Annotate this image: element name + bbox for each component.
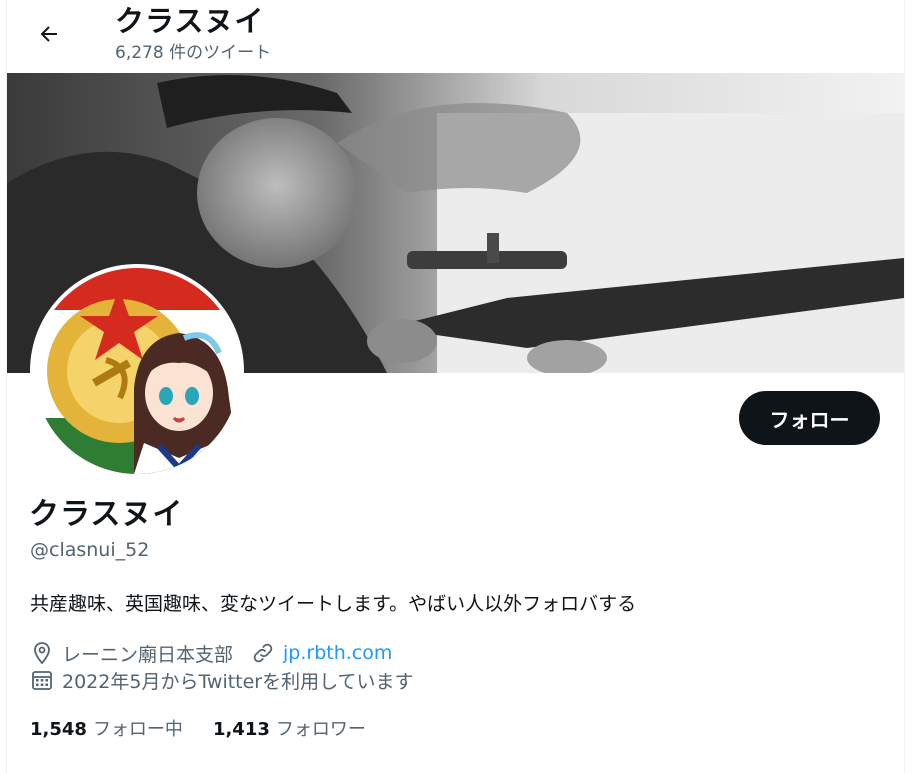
bio: 共産趣味、英国趣味、変なツイートします。やばい人以外フォロバする — [30, 593, 637, 615]
link-icon — [251, 641, 275, 665]
calendar-icon — [30, 668, 54, 692]
tweet-count: 6,278 件のツイート — [115, 43, 272, 63]
column-border-right — [904, 0, 905, 773]
avatar-image — [34, 268, 240, 474]
following-label: フォロー中 — [92, 719, 183, 740]
following-link[interactable]: 1,548 フォロー中 — [30, 715, 183, 741]
followers-link[interactable]: 1,413 フォロワー — [213, 715, 366, 741]
follow-stats: 1,548 フォロー中 1,413 フォロワー — [30, 714, 396, 742]
location-text: レーニン廟日本支部 — [62, 643, 234, 666]
location-pin-icon — [30, 641, 54, 665]
header-title: クラスヌイ — [115, 4, 265, 38]
follow-button[interactable]: フォロー — [739, 391, 880, 445]
arrow-left-icon — [40, 26, 57, 42]
website-link[interactable]: jp.rbth.com — [283, 642, 392, 664]
user-handle: @clasnui_52 — [30, 539, 150, 561]
display-name: クラスヌイ — [29, 497, 184, 532]
followers-count: 1,413 — [212, 719, 270, 740]
profile-meta-row: レーニン廟日本支部 jp.rbth.com — [30, 640, 392, 666]
profile-joined-row: 2022年5月からTwitterを利用しています — [30, 667, 414, 693]
avatar[interactable] — [30, 264, 244, 478]
back-button[interactable] — [29, 14, 69, 54]
followers-label: フォロワー — [275, 719, 366, 740]
following-count: 1,548 — [30, 719, 87, 740]
joined-date: 2022年5月からTwitterを利用しています — [62, 670, 414, 693]
profile-header-bar: クラスヌイ 6,278 件のツイート — [7, 0, 904, 73]
